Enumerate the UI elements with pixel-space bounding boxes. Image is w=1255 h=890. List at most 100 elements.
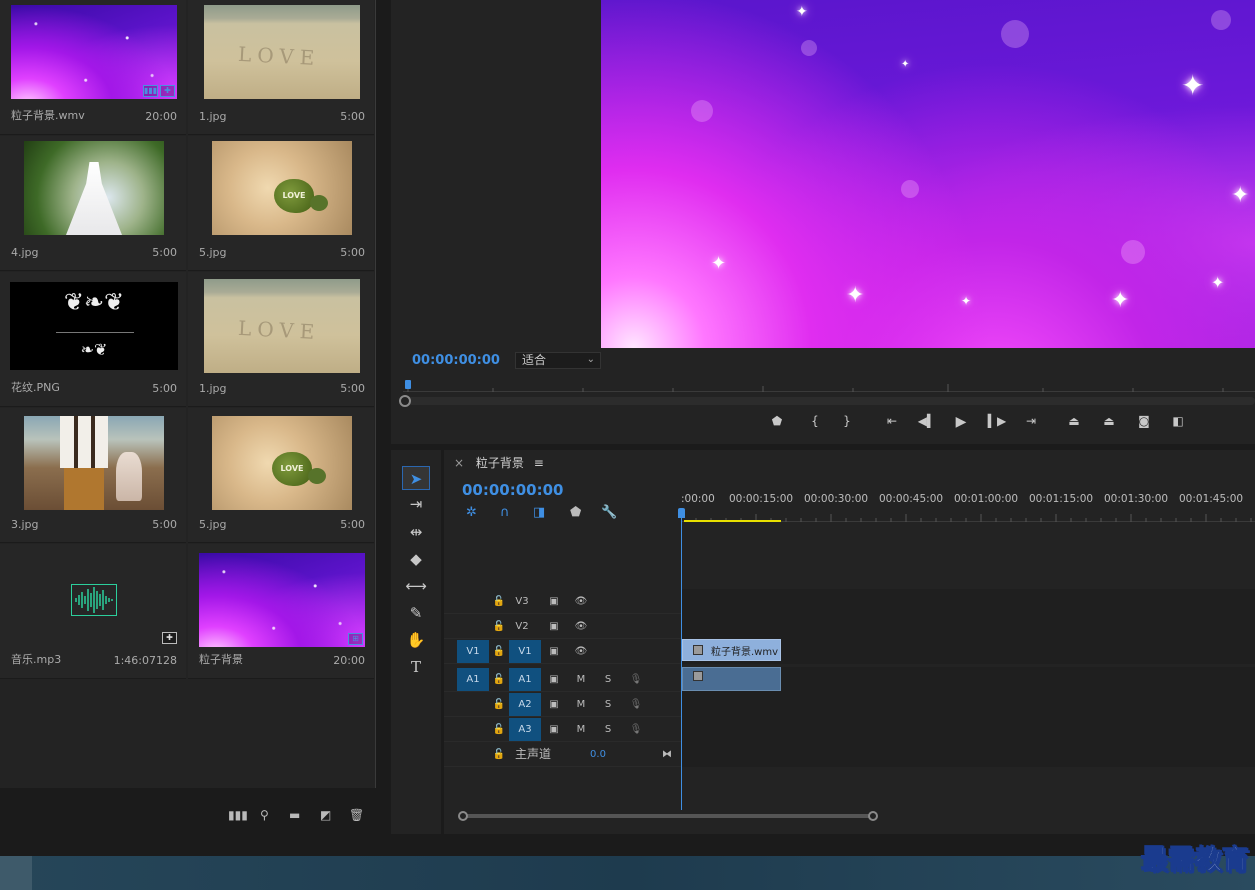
playhead-marker[interactable] [405,380,411,389]
track-label[interactable]: V3 [514,589,530,614]
sync-lock-icon[interactable]: ▣ [546,717,562,742]
hand-tool-icon[interactable]: ✋ [402,628,430,652]
sparkle-icon: ✦ [901,59,910,70]
video-badge-icon: ▮▮▮ [143,85,158,97]
slip-tool-icon[interactable]: ⟷ [402,574,430,598]
microphone-icon[interactable]: 🎙 [628,667,644,692]
new-bin-icon[interactable]: ▬ [289,808,300,822]
lock-icon[interactable]: 🔓 [491,614,507,639]
mark-out-icon[interactable]: } [836,414,858,428]
mute-button[interactable]: M [573,692,589,717]
project-item[interactable]: LOVE 5.jpg 5:00 [188,408,374,543]
ripple-edit-tool-icon[interactable]: ⇹ [402,520,430,544]
project-item[interactable]: 4.jpg 5:00 [0,136,186,271]
close-icon[interactable]: × [454,456,464,470]
sync-lock-icon[interactable]: ▣ [546,614,562,639]
pen-tool-icon[interactable]: ✎ [402,601,430,625]
lock-icon[interactable]: 🔓 [491,692,507,717]
eye-icon[interactable]: 👁 [573,589,589,614]
add-marker-icon[interactable]: ⬟ [766,414,788,428]
clear-icon[interactable]: 🗑 [349,808,364,822]
mute-button[interactable]: M [573,717,589,742]
lock-icon[interactable]: 🔓 [491,589,507,614]
solo-button[interactable]: S [600,692,616,717]
scroll-handle-start[interactable] [458,811,468,821]
nest-icon[interactable]: ✲ [466,505,477,520]
lock-icon[interactable]: 🔓 [491,667,507,692]
lock-icon[interactable]: 🔓 [491,639,507,664]
project-item[interactable]: LOVE 1.jpg 5:00 [188,0,374,135]
ruler-label: 00:01:45:00 [1179,493,1244,505]
type-tool-icon[interactable]: T [402,655,430,679]
razor-tool-icon[interactable]: ◆ [402,547,430,571]
extract-icon[interactable]: ⏏ [1098,414,1120,428]
new-item-icon[interactable]: ◩ [320,808,331,822]
project-item[interactable]: ✚ 音乐.mp3 1:46:07128 [0,544,186,679]
item-duration: 20:00 [145,110,177,123]
eye-icon[interactable]: 👁 [573,614,589,639]
lock-icon[interactable]: 🔓 [491,717,507,742]
project-item[interactable]: LOVE 1.jpg 5:00 [188,272,374,407]
project-item[interactable]: ⊞ 粒子背景 20:00 [188,544,374,679]
camera-icon[interactable]: ◙ [1133,414,1155,428]
source-patch-v1[interactable]: V1 [457,640,489,663]
scroll-handle-end[interactable] [868,811,878,821]
add-marker-icon[interactable]: ⬟ [570,505,581,520]
sparkle-icon: ✦ [796,4,808,20]
track-target-a2[interactable]: A2 [509,693,541,716]
item-name: 3.jpg [11,518,39,531]
master-volume[interactable]: 0.0 [586,742,610,767]
solo-button[interactable]: S [600,717,616,742]
program-timecode[interactable]: 00:00:00:00 [412,353,500,368]
microphone-icon[interactable]: 🎙 [628,717,644,742]
track-target-a1[interactable]: A1 [509,668,541,691]
track-target-a3[interactable]: A3 [509,718,541,741]
track-select-tool-icon[interactable]: ⇥ [402,492,430,516]
freeform-view-icon[interactable]: ▮▮▮ [228,808,248,822]
mark-in-icon[interactable]: { [804,414,826,428]
sequence-tab[interactable]: × 粒子背景 ≡ [454,454,544,471]
project-item[interactable]: LOVE 5.jpg 5:00 [188,136,374,271]
snap-icon[interactable]: ∩ [500,505,510,520]
track-label[interactable]: V2 [514,614,530,639]
timeline-timecode[interactable]: 00:00:00:00 [462,481,564,499]
solo-button[interactable]: S [600,667,616,692]
go-to-in-icon[interactable]: ⇤ [881,414,903,428]
project-item[interactable]: ▮▮▮ ✚ 粒子背景.wmv 20:00 [0,0,186,135]
mute-button[interactable]: M [573,667,589,692]
fit-dropdown[interactable]: 适合 ⌄ [515,352,601,369]
project-item[interactable]: 3.jpg 5:00 [0,408,186,543]
fx-badge-icon [693,671,703,681]
project-item[interactable]: ❦❧❦ ❧❦ 花纹.PNG 5:00 [0,272,186,407]
eye-icon[interactable]: 👁 [573,639,589,664]
lock-icon[interactable]: 🔓 [491,742,507,767]
settings-wrench-icon[interactable]: 🔧 [601,505,617,520]
go-to-end-icon[interactable]: ⧓ [659,742,675,767]
play-icon[interactable]: ▶ [950,414,972,430]
playhead-line[interactable] [681,510,682,810]
program-zoom-scrollbar[interactable] [399,395,1255,407]
track-target-v1[interactable]: V1 [509,640,541,663]
lift-icon[interactable]: ⏏ [1063,414,1085,428]
sync-lock-icon[interactable]: ▣ [546,692,562,717]
video-clip[interactable]: 粒子背景.wmv [682,639,781,661]
scroll-handle[interactable] [399,395,411,407]
compare-view-icon[interactable]: ◧ [1167,414,1189,428]
program-time-ruler[interactable] [403,380,1255,392]
source-patch-a1[interactable]: A1 [457,668,489,691]
microphone-icon[interactable]: 🎙 [628,692,644,717]
item-name: 1.jpg [199,110,227,123]
sync-lock-icon[interactable]: ▣ [546,589,562,614]
step-back-icon[interactable]: ◀▍ [916,414,938,428]
selection-tool-icon[interactable]: ➤ [402,466,430,490]
sync-lock-icon[interactable]: ▣ [546,667,562,692]
linked-selection-icon[interactable]: ◨ [533,505,545,520]
step-forward-icon[interactable]: ▍▶ [986,414,1008,428]
find-icon[interactable]: ⚲ [260,808,269,822]
timeline-zoom-scrollbar[interactable] [458,811,1254,821]
sync-lock-icon[interactable]: ▣ [546,639,562,664]
go-to-out-icon[interactable]: ⇥ [1020,414,1042,428]
audio-clip[interactable] [682,667,781,691]
taskbar-button[interactable] [0,856,32,890]
menu-icon[interactable]: ≡ [534,456,544,470]
